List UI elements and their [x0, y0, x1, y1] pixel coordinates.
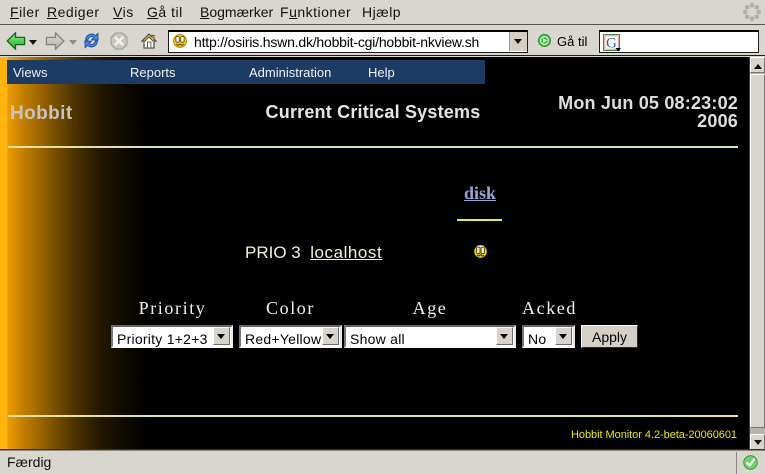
- svg-text:G: G: [606, 36, 617, 52]
